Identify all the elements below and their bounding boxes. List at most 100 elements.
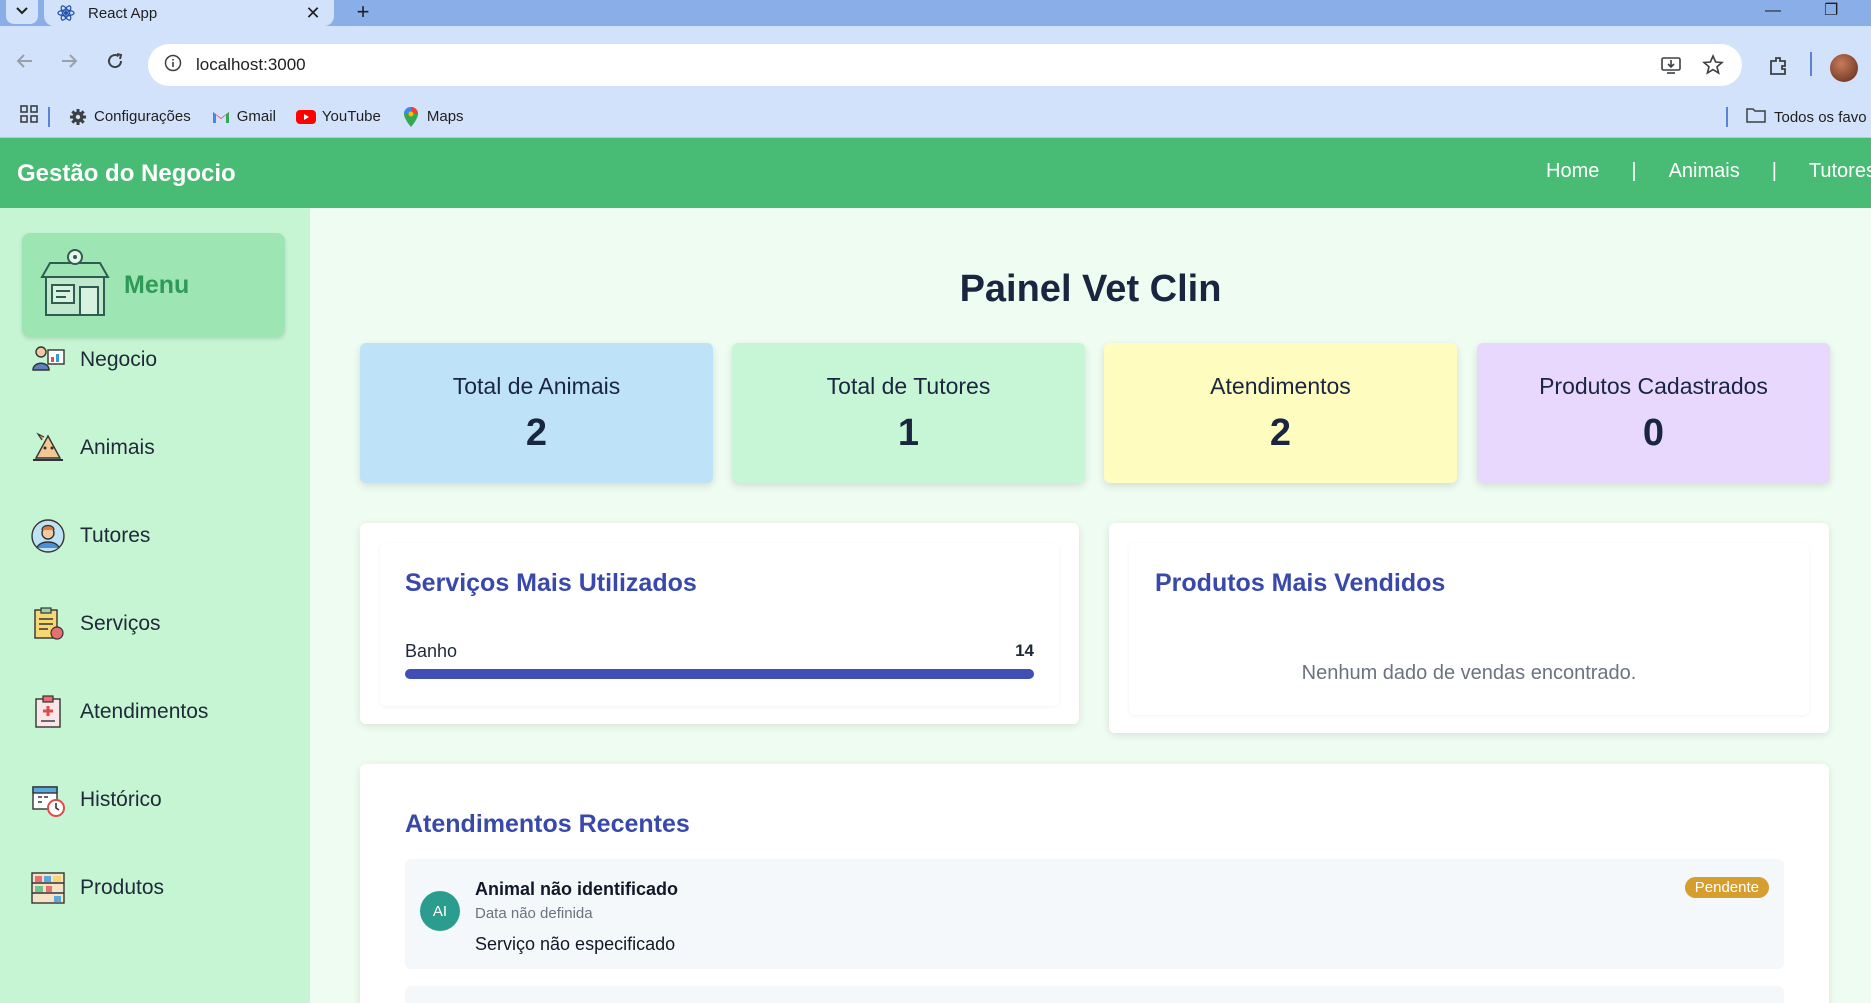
service-bar-track — [405, 669, 1034, 679]
products-icon — [30, 870, 66, 906]
stat-value: 2 — [1269, 412, 1292, 454]
history-icon — [30, 782, 66, 818]
products-title: Produtos Mais Vendidos — [1155, 569, 1446, 597]
close-tab-icon[interactable]: ✕ — [304, 3, 322, 24]
appointments-icon — [30, 694, 66, 730]
bookmarks-divider — [48, 106, 50, 127]
pet-shop-icon — [40, 247, 110, 324]
bookmark-label: Maps — [426, 108, 464, 125]
nav-home[interactable]: Home — [1546, 160, 1599, 183]
stat-value: 0 — [1642, 412, 1665, 454]
bookmark-youtube[interactable]: YouTube — [295, 107, 381, 127]
products-empty-message: Nenhum dado de vendas encontrado. — [1301, 662, 1637, 684]
stat-card-tutores: Total de Tutores 1 — [732, 343, 1085, 483]
browser-tabstrip: React App ✕ + — ❐ — [0, 0, 1871, 26]
reload-icon[interactable] — [100, 46, 130, 76]
stat-value: 2 — [525, 412, 548, 454]
gmail-icon — [211, 107, 231, 127]
appointment-item[interactable]: AI Animal não identificado Data não defi… — [405, 859, 1784, 969]
address-bar[interactable]: localhost:3000 — [148, 44, 1742, 86]
services-title: Serviços Mais Utilizados — [405, 569, 697, 597]
folder-icon — [1746, 107, 1766, 127]
sidebar-item-servicos[interactable]: Serviços — [30, 606, 161, 642]
chevron-down-icon — [15, 3, 29, 21]
tab-search-button[interactable] — [6, 0, 38, 24]
top-nav: Home | Animais | Tutores — [1546, 160, 1871, 183]
new-tab-button[interactable]: + — [350, 0, 376, 24]
restore-button[interactable]: ❐ — [1824, 0, 1838, 22]
bookmark-maps[interactable]: Maps — [401, 106, 464, 127]
service-bar-fill — [405, 669, 1034, 679]
sidebar-item-label: Animais — [80, 436, 155, 459]
youtube-icon — [295, 107, 316, 127]
bookmark-label: Gmail — [236, 108, 276, 125]
maps-icon — [401, 106, 421, 127]
bookmark-configuracoes[interactable]: Configurações — [68, 107, 191, 127]
stat-label: Total de Tutores — [826, 373, 991, 399]
site-info-icon[interactable] — [164, 54, 182, 77]
url-text: localhost:3000 — [196, 55, 306, 74]
toolbar-divider — [1810, 52, 1812, 76]
services-panel-inner — [380, 543, 1059, 706]
sidebar: Menu Negocio Animais Tutores Serviços At… — [0, 208, 310, 1003]
tutor-icon — [30, 518, 66, 554]
bookmark-label: Configurações — [94, 108, 191, 125]
nav-tutores[interactable]: Tutores — [1809, 160, 1871, 183]
sidebar-item-label: Negocio — [80, 348, 158, 371]
browser-toolbar: localhost:3000 — [0, 26, 1871, 96]
stat-label: Total de Animais — [452, 373, 621, 399]
install-app-icon[interactable] — [1660, 54, 1682, 81]
tab-title: React App — [88, 4, 158, 22]
sidebar-item-animais[interactable]: Animais — [30, 430, 155, 466]
products-panel: Produtos Mais Vendidos Nenhum dado de ve… — [1109, 523, 1829, 733]
stat-card-animais: Total de Animais 2 — [360, 343, 713, 483]
sidebar-item-tutores[interactable]: Tutores — [30, 518, 150, 554]
menu-label: Menu — [124, 270, 190, 299]
sidebar-item-historico[interactable]: Histórico — [30, 782, 162, 818]
react-icon — [56, 3, 76, 23]
stat-card-atendimentos: Atendimentos 2 — [1104, 343, 1457, 483]
sidebar-item-label: Atendimentos — [80, 700, 209, 723]
services-icon — [30, 606, 66, 642]
bookmark-label: YouTube — [321, 108, 381, 125]
recent-title: Atendimentos Recentes — [405, 810, 690, 838]
forward-arrow-icon[interactable] — [54, 46, 84, 76]
stat-value: 1 — [897, 412, 920, 454]
appointment-animal: Animal não identificado — [475, 879, 679, 899]
bookmark-star-icon[interactable] — [1702, 53, 1724, 81]
service-count: 14 — [1015, 641, 1034, 660]
sidebar-item-produtos[interactable]: Produtos — [30, 870, 164, 906]
bookmarks-bar: Configurações Gmail YouTube Maps Todos o… — [0, 96, 1871, 138]
back-arrow-icon[interactable] — [10, 46, 40, 76]
stat-label: Atendimentos — [1210, 373, 1351, 399]
gear-icon — [68, 107, 88, 127]
status-badge: Pendente — [1684, 877, 1769, 898]
nav-animais[interactable]: Animais — [1669, 160, 1740, 183]
extensions-icon[interactable] — [1767, 54, 1791, 83]
app-header: Gestão do Negocio Home | Animais | Tutor… — [0, 138, 1871, 208]
nav-separator: | — [1771, 160, 1777, 182]
sidebar-item-label: Serviços — [80, 612, 161, 635]
stat-label: Produtos Cadastrados — [1539, 373, 1768, 399]
brand-title: Gestão do Negocio — [17, 160, 236, 187]
services-panel: Serviços Mais Utilizados Banho 14 — [360, 523, 1079, 724]
bookmarks-divider — [1726, 107, 1728, 127]
menu-header[interactable]: Menu — [22, 233, 285, 337]
browser-tab[interactable]: React App ✕ — [44, 0, 334, 26]
apps-grid-icon[interactable] — [20, 105, 38, 128]
animal-avatar: AI — [420, 891, 460, 931]
bookmarks-folder[interactable]: Todos os favo — [1726, 96, 1867, 138]
sidebar-item-atendimentos[interactable]: Atendimentos — [30, 694, 208, 730]
stat-card-produtos: Produtos Cadastrados 0 — [1477, 343, 1830, 483]
appointment-date: Data não definida — [475, 905, 593, 922]
page-title: Painel Vet Clin — [959, 268, 1222, 310]
bookmarks-folder-label: Todos os favo — [1774, 108, 1867, 126]
nav-separator: | — [1631, 160, 1637, 182]
animal-icon — [30, 430, 66, 466]
profile-avatar[interactable] — [1830, 54, 1858, 82]
sidebar-item-negocio[interactable]: Negocio — [30, 342, 157, 378]
appointment-item[interactable] — [405, 986, 1784, 1003]
service-name: Banho — [405, 641, 458, 661]
minimize-button[interactable]: — — [1765, 0, 1781, 22]
bookmark-gmail[interactable]: Gmail — [211, 107, 276, 127]
